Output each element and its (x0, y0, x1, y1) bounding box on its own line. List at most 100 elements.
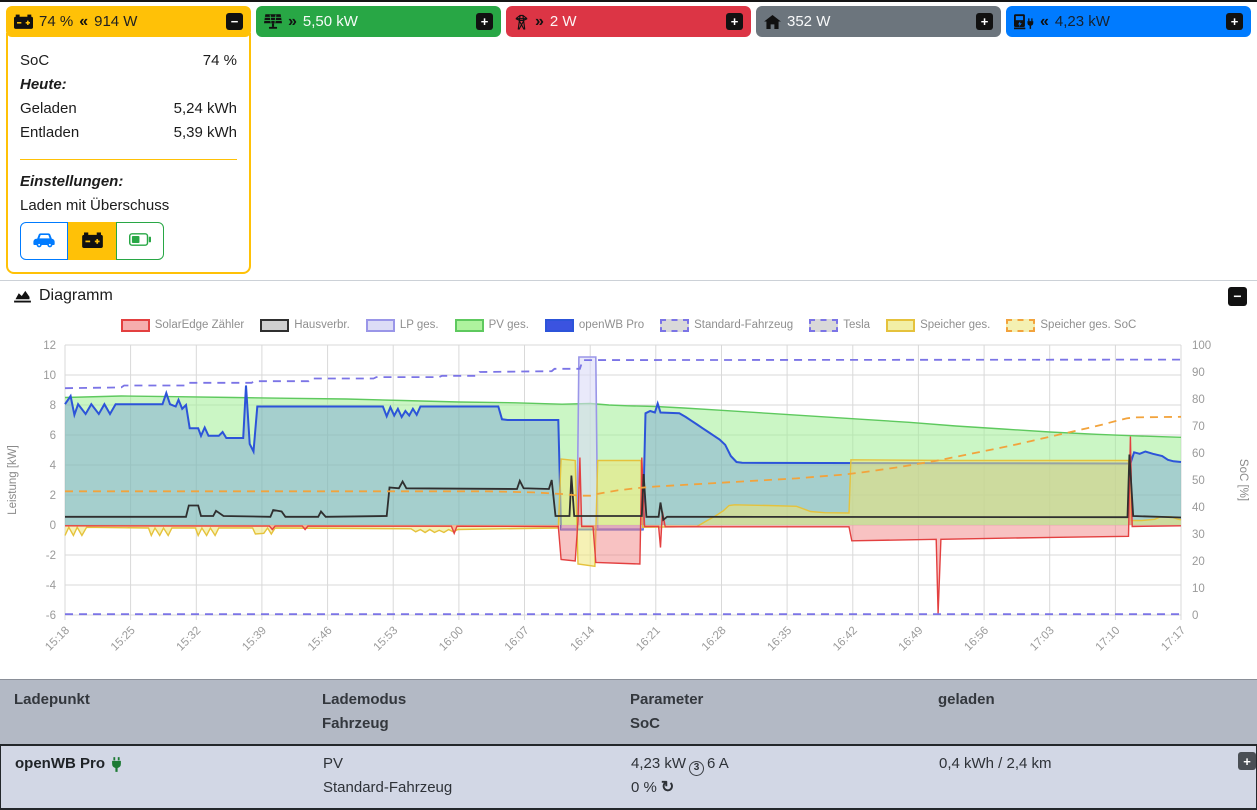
car-battery-icon (14, 14, 33, 29)
table-header-row: Ladepunkt Lademodus Fahrzeug Parameter S… (0, 679, 1257, 744)
svg-text:16:56: 16:56 (962, 625, 991, 654)
legend-swatch (366, 319, 395, 332)
svg-text:12: 12 (43, 340, 56, 352)
legend-item: openWB Pro (545, 319, 644, 332)
legend-label: Hausverbr. (294, 319, 350, 331)
svg-text:100: 100 (1192, 340, 1211, 352)
svg-text:16:28: 16:28 (700, 625, 729, 654)
legend-item: Hausverbr. (260, 319, 350, 332)
battery-column: 74 % « 914 W − SoC 74 % Heute: Geladen 5… (6, 6, 251, 274)
charged-cell: 0,4 kWh / 2,4 km (925, 752, 1190, 776)
grid-power-value: 2 W (550, 13, 577, 30)
svg-text:70: 70 (1192, 421, 1205, 433)
diagram-header: Diagramm − (0, 281, 1257, 311)
svg-text:-2: -2 (46, 550, 56, 562)
legend-label: Tesla (843, 319, 870, 331)
legend-swatch (545, 319, 574, 332)
car-icon (33, 232, 56, 251)
chevron-left-icon: « (1040, 13, 1049, 31)
chargepoint-table: Ladepunkt Lademodus Fahrzeug Parameter S… (0, 679, 1257, 810)
chargepoint-card[interactable]: « 4,23 kW + (1006, 6, 1251, 37)
svg-text:60: 60 (1192, 448, 1205, 460)
house-card[interactable]: 352 W + (756, 6, 1001, 37)
charge-mode: PV (323, 752, 617, 776)
chargepoint-expand-button[interactable]: + (1226, 13, 1243, 30)
svg-text:80: 80 (1192, 394, 1205, 406)
chart-legend: SolarEdge Zähler Hausverbr. LP ges. PV ges.… (0, 313, 1257, 337)
battery-power-value: 914 W (94, 13, 137, 30)
svg-text:16:49: 16:49 (897, 625, 926, 654)
legend-swatch (260, 319, 289, 332)
svg-text:0: 0 (50, 520, 56, 532)
charged-amount: 0,4 kWh / 2,4 km (939, 752, 1190, 776)
legend-label: openWB Pro (579, 319, 644, 331)
svg-text:15:32: 15:32 (175, 625, 204, 654)
mode-button-battery-priority[interactable] (68, 222, 116, 260)
pv-expand-button[interactable]: + (476, 13, 493, 30)
power-chart: 121086420-2-4-6100908070605040302010015:… (0, 337, 1257, 673)
header-ladepunkt: Ladepunkt (0, 688, 308, 712)
diagram-section: Diagramm − SolarEdge Zähler Hausverbr. LP … (0, 280, 1257, 673)
chevron-right-icon: » (535, 13, 544, 31)
legend-item: LP ges. (366, 319, 439, 332)
charged-value: 5,24 kWh (174, 97, 237, 121)
svg-text:-6: -6 (46, 610, 56, 622)
legend-swatch (660, 319, 689, 332)
legend-label: SolarEdge Zähler (155, 319, 245, 331)
legend-swatch (809, 319, 838, 332)
charged-label: Geladen (20, 97, 77, 121)
svg-text:8: 8 (50, 400, 56, 412)
svg-text:16:35: 16:35 (765, 625, 794, 654)
svg-text:30: 30 (1192, 529, 1205, 541)
legend-item: SolarEdge Zähler (121, 319, 245, 332)
discharged-value: 5,39 kWh (174, 121, 237, 145)
mode-button-battery-reserve[interactable] (116, 222, 164, 260)
legend-label: Speicher ges. SoC (1040, 319, 1136, 331)
row-expand-button[interactable]: + (1238, 752, 1256, 770)
pv-card[interactable]: » 5,50 kW + (256, 6, 501, 37)
battery-half-icon (129, 233, 151, 249)
legend-item: Standard-Fahrzeug (660, 319, 793, 332)
legend-swatch (121, 319, 150, 332)
mode-button-vehicle-priority[interactable] (20, 222, 68, 260)
house-icon (764, 15, 781, 29)
svg-text:40: 40 (1192, 502, 1205, 514)
soc-value: 74 % (203, 49, 237, 73)
svg-text:-4: -4 (46, 580, 57, 592)
plug-icon (111, 757, 122, 772)
table-row[interactable]: openWB Pro PV Standard-Fahrzeug 4,23 kW3… (0, 744, 1257, 810)
solar-panel-icon (264, 14, 282, 29)
power-chart-svg: 121086420-2-4-6100908070605040302010015:… (0, 337, 1257, 673)
today-label: Heute: (20, 73, 237, 97)
svg-text:16:00: 16:00 (437, 625, 466, 654)
pv-column: » 5,50 kW + (256, 6, 501, 274)
legend-item: Tesla (809, 319, 870, 332)
chargepoint-name-cell: openWB Pro (1, 752, 309, 776)
chevron-left-icon: « (79, 13, 88, 31)
svg-text:16:21: 16:21 (634, 625, 663, 654)
svg-text:6: 6 (50, 430, 56, 442)
grid-expand-button[interactable]: + (726, 13, 743, 30)
legend-label: Speicher ges. (920, 319, 990, 331)
grid-card[interactable]: » 2 W + (506, 6, 751, 37)
chargepoint-name: openWB Pro (15, 752, 105, 776)
legend-item: Speicher ges. SoC (1006, 319, 1136, 332)
refresh-icon[interactable]: ↻ (661, 779, 674, 796)
diagram-collapse-button[interactable]: − (1228, 287, 1247, 306)
chargepoint-power-value: 4,23 kW (1055, 13, 1110, 30)
phase-count-icon: 3 (689, 761, 704, 776)
svg-text:16:42: 16:42 (831, 625, 860, 654)
legend-item: PV ges. (455, 319, 529, 332)
chevron-right-icon: » (288, 13, 297, 31)
transmission-tower-icon (514, 14, 529, 30)
svg-text:15:53: 15:53 (372, 625, 401, 654)
parameter-soc-cell: 4,23 kW36 A 0 %↻ (617, 752, 925, 800)
battery-card[interactable]: 74 % « 914 W − (6, 6, 251, 37)
battery-mode-group (20, 222, 164, 260)
svg-text:4: 4 (50, 460, 57, 472)
battery-collapse-button[interactable]: − (226, 13, 243, 30)
legend-swatch (455, 319, 484, 332)
house-expand-button[interactable]: + (976, 13, 993, 30)
battery-soc-value: 74 % (39, 13, 73, 30)
status-bar: 74 % « 914 W − SoC 74 % Heute: Geladen 5… (0, 2, 1257, 274)
